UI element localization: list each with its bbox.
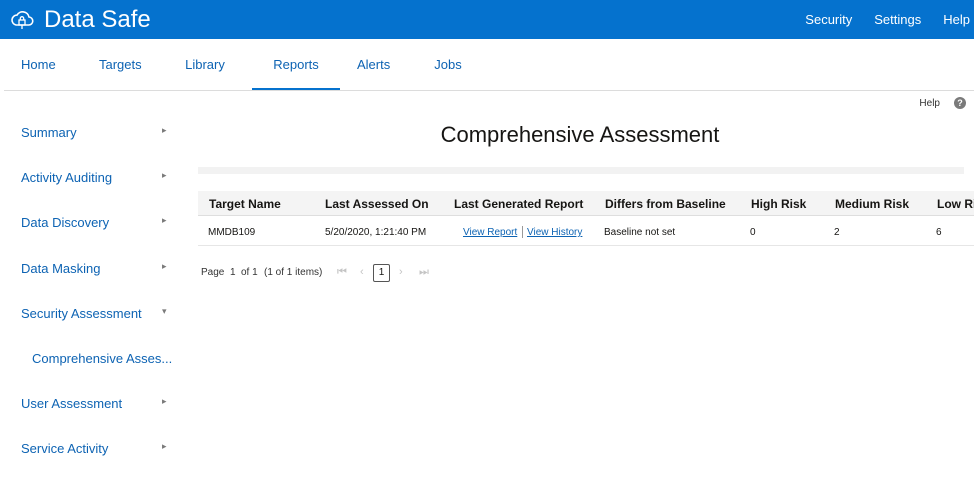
app-title[interactable]: Data Safe: [44, 6, 151, 34]
view-report-link[interactable]: View Report: [463, 227, 517, 238]
sidebar-item-data-masking[interactable]: Data Masking ▸: [21, 259, 176, 279]
column-header-medium-risk[interactable]: Medium Risk: [835, 197, 909, 211]
header-links: Security Settings Help: [783, 12, 970, 27]
sidebar-item-label: Security Assessment: [21, 306, 142, 321]
help-label: Help: [919, 97, 940, 109]
next-page-icon[interactable]: ›: [399, 266, 403, 278]
cell-low-risk: 6: [936, 227, 942, 238]
tab-jobs[interactable]: Jobs: [434, 39, 462, 90]
chevron-right-icon: ▸: [162, 215, 167, 225]
column-header-target-name[interactable]: Target Name: [209, 197, 281, 211]
sidebar-item-security-assessment[interactable]: Security Assessment ▾: [21, 304, 176, 324]
cell-target-name: MMDB109: [208, 227, 256, 238]
sidebar-item-service-activity[interactable]: Service Activity ▸: [21, 439, 176, 459]
sidebar-item-label: Data Masking: [21, 261, 101, 276]
table-header: Target Name Last Assessed On Last Genera…: [198, 191, 974, 216]
pager-page-number: 1: [230, 267, 236, 278]
header-link-settings[interactable]: Settings: [874, 12, 921, 27]
cell-medium-risk: 2: [834, 227, 840, 238]
pager-page-count: of 1: [241, 267, 258, 278]
help-icon[interactable]: ?: [954, 97, 966, 109]
tab-home[interactable]: Home: [21, 39, 56, 90]
column-header-low-risk[interactable]: Low Risk: [937, 197, 974, 211]
column-header-differs-from-baseline[interactable]: Differs from Baseline: [605, 197, 726, 211]
sidebar-item-user-assessment[interactable]: User Assessment ▸: [21, 394, 176, 414]
tab-targets[interactable]: Targets: [99, 39, 142, 90]
sidebar-item-label: Activity Auditing: [21, 170, 113, 185]
sidebar-item-data-discovery[interactable]: Data Discovery ▸: [21, 213, 176, 233]
toolbar-strip: [198, 167, 964, 174]
cell-high-risk: 0: [750, 227, 756, 238]
sidebar-item-label: User Assessment: [21, 396, 123, 411]
sidebar-item-label: Service Activity: [21, 441, 109, 456]
sidebar-item-summary[interactable]: Summary ▸: [21, 123, 176, 143]
previous-page-icon[interactable]: ‹: [360, 266, 364, 278]
column-header-last-assessed-on[interactable]: Last Assessed On: [325, 197, 429, 211]
chevron-right-icon: ▸: [162, 125, 167, 135]
sidebar-item-label: Data Discovery: [21, 215, 110, 230]
main-nav: Home Targets Library Reports Alerts Jobs: [0, 39, 974, 91]
chevron-right-icon: ▸: [162, 396, 167, 406]
tab-reports[interactable]: Reports: [252, 39, 340, 90]
column-header-last-generated-report[interactable]: Last Generated Report: [454, 197, 583, 211]
cell-last-assessed-on: 5/20/2020, 1:21:40 PM: [325, 227, 427, 238]
tab-alerts[interactable]: Alerts: [357, 39, 390, 90]
help-link[interactable]: Help ?: [919, 97, 966, 109]
header-link-help[interactable]: Help: [943, 12, 970, 27]
sidebar-item-label: Summary: [21, 125, 77, 140]
pager-item-count: (1 of 1 items): [264, 267, 323, 278]
column-header-high-risk[interactable]: High Risk: [751, 197, 806, 211]
header-link-security[interactable]: Security: [805, 12, 852, 27]
table-row: MMDB109 5/20/2020, 1:21:40 PM View Repor…: [198, 218, 974, 246]
link-separator: [522, 226, 523, 238]
tab-library[interactable]: Library: [185, 39, 225, 90]
chevron-right-icon: ▸: [162, 261, 167, 271]
pager-page-label: Page: [201, 267, 225, 278]
cloud-lock-icon[interactable]: [10, 8, 34, 32]
first-page-icon[interactable]: ⏮: [337, 266, 347, 279]
view-history-link[interactable]: View History: [527, 227, 582, 238]
cell-differs-from-baseline: Baseline not set: [604, 227, 676, 238]
sidebar-item-comprehensive-assessment[interactable]: Comprehensive Asses...: [21, 349, 176, 369]
sidebar-item-activity-auditing[interactable]: Activity Auditing ▸: [21, 168, 176, 188]
current-page-button[interactable]: 1: [373, 264, 390, 282]
chevron-right-icon: ▸: [162, 441, 167, 451]
last-page-icon[interactable]: ⏭: [419, 266, 429, 279]
chevron-down-icon: ▾: [162, 306, 167, 316]
page-title: Comprehensive Assessment: [440, 122, 720, 147]
nav-divider: [4, 90, 974, 91]
sidebar-item-label: Comprehensive Asses...: [32, 351, 173, 366]
chevron-right-icon: ▸: [162, 170, 167, 180]
top-bar: Data Safe Security Settings Help: [0, 0, 974, 39]
